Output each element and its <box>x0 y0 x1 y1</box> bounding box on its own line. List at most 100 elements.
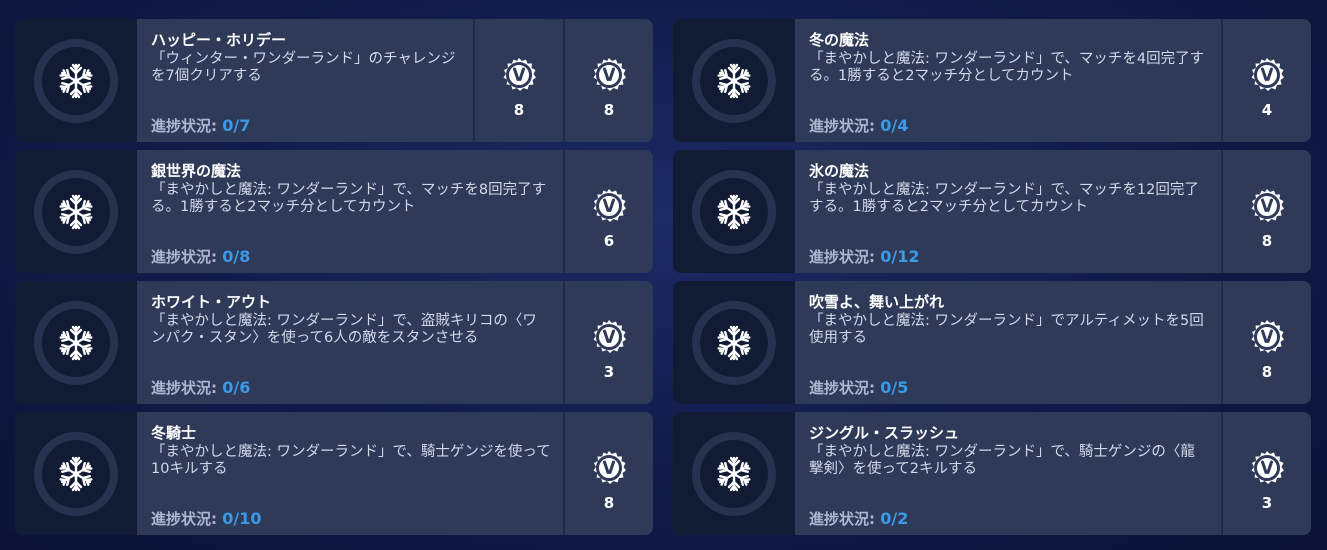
challenge-card[interactable]: 銀世界の魔法 「まやかしと魔法: ワンダーランド」で、マッチを8回完了する。1勝… <box>15 150 653 273</box>
challenge-icon-ring <box>692 38 776 123</box>
reward-slot[interactable]: 3 <box>1221 412 1311 535</box>
challenge-icon-ring <box>692 300 776 385</box>
overwatch-coin-icon <box>593 320 626 353</box>
challenge-text: 氷の魔法 「まやかしと魔法: ワンダーランド」で、マッチを12回完了する。1勝す… <box>795 150 1221 273</box>
challenge-title: 冬の魔法 <box>809 31 870 49</box>
overwatch-coin-icon <box>593 189 626 222</box>
reward-count: 8 <box>513 101 525 119</box>
challenge-text: ホワイト・アウト 「まやかしと魔法: ワンダーランド」で、盗賊キリコの〈ワンパク… <box>137 281 563 404</box>
challenge-card[interactable]: ハッピー・ホリデー 「ウィンター・ワンダーランド」のチャレンジを7個クリアする … <box>15 19 653 142</box>
reward-count: 3 <box>1261 494 1273 512</box>
reward-slot[interactable]: 3 <box>563 281 653 404</box>
challenge-card[interactable]: 氷の魔法 「まやかしと魔法: ワンダーランド」で、マッチを12回完了する。1勝す… <box>673 150 1311 273</box>
challenge-title: ホワイト・アウト <box>151 293 272 311</box>
progress-value: 0/6 <box>222 378 251 397</box>
challenge-description: 「ウィンター・ワンダーランド」のチャレンジを7個クリアする <box>151 51 456 84</box>
challenge-card[interactable]: 冬の魔法 「まやかしと魔法: ワンダーランド」で、マッチを4回完了する。1勝する… <box>673 19 1311 142</box>
challenge-description: 「まやかしと魔法: ワンダーランド」で、マッチを12回完了する。1勝すると2マッ… <box>809 182 1199 215</box>
challenge-description: 「まやかしと魔法: ワンダーランド」で、マッチを4回完了する。1勝すると2マッチ… <box>809 51 1205 84</box>
challenge-icon-panel <box>673 19 795 142</box>
reward-slot[interactable]: 8 <box>1221 150 1311 273</box>
challenge-grid: ハッピー・ホリデー 「ウィンター・ワンダーランド」のチャレンジを7個クリアする … <box>15 19 1311 535</box>
challenge-card[interactable]: ジングル・スラッシュ 「まやかしと魔法: ワンダーランド」で、騎士ゲンジの〈龍撃… <box>673 412 1311 535</box>
overwatch-coin-icon <box>503 58 536 91</box>
progress-value: 0/4 <box>880 116 909 135</box>
challenge-description: 「まやかしと魔法: ワンダーランド」で、盗賊キリコの〈ワンパク・スタン〉を使って… <box>151 313 537 346</box>
challenge-progress: 進捗状況: 0/2 <box>809 508 908 529</box>
snowflake-icon <box>717 194 751 229</box>
snowflake-icon <box>59 194 93 229</box>
overwatch-coin-icon <box>593 451 626 484</box>
challenge-description: 「まやかしと魔法: ワンダーランド」で、騎士ゲンジの〈龍撃剣〉を使って2キルする <box>809 444 1195 477</box>
challenge-icon-ring <box>34 300 118 385</box>
challenge-icon-panel <box>673 412 795 535</box>
progress-label: 進捗状況: <box>809 248 875 266</box>
challenge-text: 銀世界の魔法 「まやかしと魔法: ワンダーランド」で、マッチを8回完了する。1勝… <box>137 150 563 273</box>
progress-value: 0/2 <box>880 509 909 528</box>
challenge-icon-ring <box>34 169 118 254</box>
reward-slot[interactable]: 6 <box>563 150 653 273</box>
challenge-icon-panel <box>673 150 795 273</box>
reward-slot[interactable]: 8 <box>473 19 563 142</box>
snowflake-icon <box>59 456 93 491</box>
progress-label: 進捗状況: <box>151 248 217 266</box>
reward-count: 8 <box>1261 363 1273 381</box>
challenge-title: 氷の魔法 <box>809 162 870 180</box>
challenge-text: ハッピー・ホリデー 「ウィンター・ワンダーランド」のチャレンジを7個クリアする … <box>137 19 473 142</box>
challenge-progress: 進捗状況: 0/4 <box>809 115 908 136</box>
challenge-icon-panel <box>15 19 137 142</box>
reward-count: 8 <box>1261 232 1273 250</box>
challenge-title: ハッピー・ホリデー <box>151 31 287 49</box>
challenge-description: 「まやかしと魔法: ワンダーランド」で、騎士ゲンジを使って10キルする <box>151 444 551 477</box>
challenge-card[interactable]: 冬騎士 「まやかしと魔法: ワンダーランド」で、騎士ゲンジを使って10キルする … <box>15 412 653 535</box>
overwatch-coin-icon <box>1251 320 1284 353</box>
reward-count: 4 <box>1261 101 1273 119</box>
reward-count: 8 <box>603 494 615 512</box>
progress-label: 進捗状況: <box>151 510 217 528</box>
reward-slot[interactable]: 4 <box>1221 19 1311 142</box>
challenge-text: 冬の魔法 「まやかしと魔法: ワンダーランド」で、マッチを4回完了する。1勝する… <box>795 19 1221 142</box>
challenge-icon-ring <box>34 38 118 123</box>
challenge-progress: 進捗状況: 0/10 <box>151 508 261 529</box>
challenge-icon-panel <box>15 412 137 535</box>
overwatch-coin-icon <box>1251 58 1284 91</box>
challenge-title: ジングル・スラッシュ <box>809 424 960 442</box>
reward-slot[interactable]: 8 <box>563 412 653 535</box>
challenge-icon-panel <box>15 281 137 404</box>
challenge-icon-ring <box>692 169 776 254</box>
challenge-text: 吹雪よ、舞い上がれ 「まやかしと魔法: ワンダーランド」でアルティメットを5回使… <box>795 281 1221 404</box>
reward-count: 6 <box>603 232 615 250</box>
challenge-icon-panel <box>673 281 795 404</box>
progress-label: 進捗状況: <box>809 379 875 397</box>
challenge-progress: 進捗状況: 0/6 <box>151 377 250 398</box>
challenge-description: 「まやかしと魔法: ワンダーランド」で、マッチを8回完了する。1勝すると2マッチ… <box>151 182 547 215</box>
reward-slot[interactable]: 8 <box>563 19 653 142</box>
reward-count: 3 <box>603 363 615 381</box>
snowflake-icon <box>717 63 751 98</box>
snowflake-icon <box>717 325 751 360</box>
progress-label: 進捗状況: <box>151 379 217 397</box>
progress-value: 0/10 <box>222 509 262 528</box>
progress-value: 0/7 <box>222 116 251 135</box>
challenge-icon-ring <box>34 431 118 516</box>
challenge-text: ジングル・スラッシュ 「まやかしと魔法: ワンダーランド」で、騎士ゲンジの〈龍撃… <box>795 412 1221 535</box>
progress-label: 進捗状況: <box>809 117 875 135</box>
progress-value: 0/12 <box>880 247 920 266</box>
reward-count: 8 <box>603 101 615 119</box>
challenge-icon-ring <box>692 431 776 516</box>
snowflake-icon <box>59 325 93 360</box>
progress-value: 0/8 <box>222 247 251 266</box>
challenge-card[interactable]: 吹雪よ、舞い上がれ 「まやかしと魔法: ワンダーランド」でアルティメットを5回使… <box>673 281 1311 404</box>
challenge-title: 吹雪よ、舞い上がれ <box>809 293 945 311</box>
challenge-progress: 進捗状況: 0/12 <box>809 246 919 267</box>
overwatch-coin-icon <box>1251 189 1284 222</box>
reward-slot[interactable]: 8 <box>1221 281 1311 404</box>
challenge-icon-panel <box>15 150 137 273</box>
progress-label: 進捗状況: <box>809 510 875 528</box>
challenge-text: 冬騎士 「まやかしと魔法: ワンダーランド」で、騎士ゲンジを使って10キルする … <box>137 412 563 535</box>
overwatch-coin-icon <box>1251 451 1284 484</box>
challenge-card[interactable]: ホワイト・アウト 「まやかしと魔法: ワンダーランド」で、盗賊キリコの〈ワンパク… <box>15 281 653 404</box>
overwatch-coin-icon <box>593 58 626 91</box>
progress-label: 進捗状況: <box>151 117 217 135</box>
snowflake-icon <box>59 63 93 98</box>
